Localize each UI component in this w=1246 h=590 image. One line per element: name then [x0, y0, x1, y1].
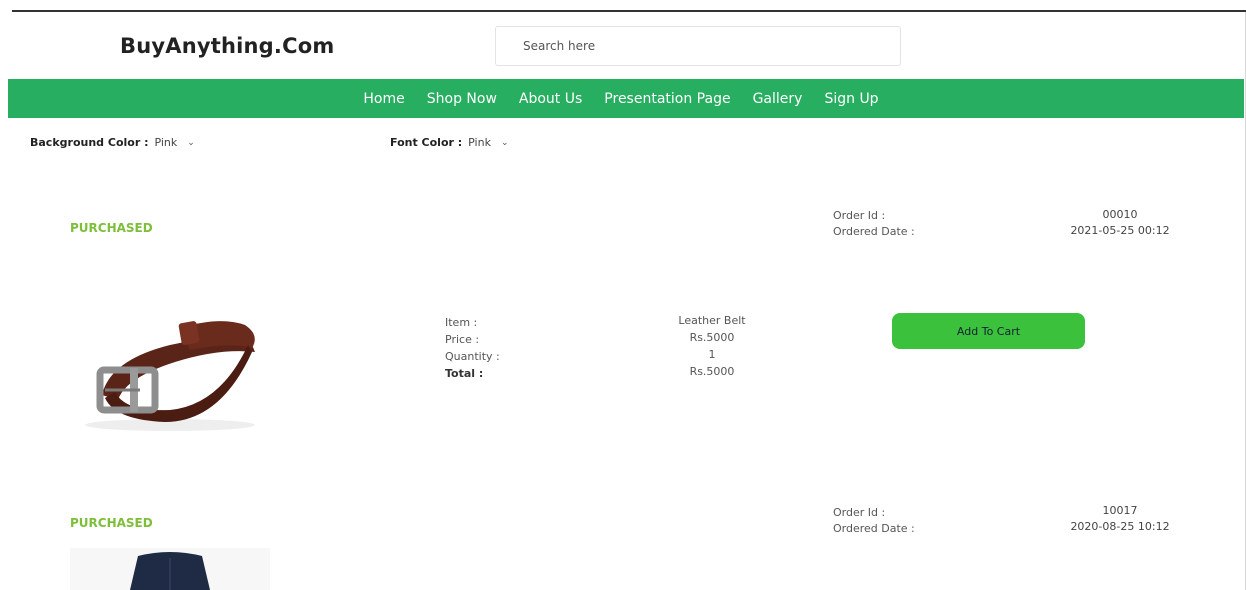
quantity-value: 1 [708, 348, 716, 361]
order-meta-labels: Order Id : Ordered Date : [833, 208, 915, 240]
leather-belt-image [85, 321, 255, 431]
total-label: Total : [445, 367, 484, 380]
item-detail-labels: Item : Price : Quantity : Total : [445, 314, 500, 382]
add-to-cart-button[interactable]: Add To Cart [892, 313, 1085, 349]
order-id-label: Order Id : [833, 209, 886, 222]
order-status: PURCHASED [70, 516, 153, 530]
nav-home[interactable]: Home [363, 91, 404, 107]
background-color-select[interactable]: Background Color : Pink ⌄ [30, 136, 195, 149]
price-label: Price : [445, 333, 480, 346]
order-id-value: 00010 [1102, 208, 1138, 221]
price-value: Rs.5000 [689, 331, 735, 344]
nav-about-us[interactable]: About Us [519, 91, 582, 107]
font-color-value[interactable]: Pink [468, 136, 491, 149]
nav-sign-up[interactable]: Sign Up [824, 91, 878, 107]
order-status: PURCHASED [70, 221, 153, 235]
ordered-date-label: Ordered Date : [833, 522, 915, 535]
item-value: Leather Belt [678, 314, 746, 327]
font-color-label: Font Color : [390, 136, 463, 149]
ordered-date-value: 2021-05-25 00:12 [1070, 224, 1170, 237]
order-id-value: 10017 [1102, 504, 1138, 517]
order-meta-values: 10017 2020-08-25 10:12 [1050, 503, 1190, 535]
header: BuyAnything.Com [0, 12, 1246, 78]
order-meta-values: 00010 2021-05-25 00:12 [1050, 207, 1190, 239]
background-color-value[interactable]: Pink [154, 136, 177, 149]
ordered-date-label: Ordered Date : [833, 225, 915, 238]
order-meta-labels: Order Id : Ordered Date : [833, 505, 915, 537]
nav-presentation-page[interactable]: Presentation Page [604, 91, 730, 107]
quantity-label: Quantity : [445, 350, 500, 363]
chevron-down-icon[interactable]: ⌄ [187, 138, 195, 148]
nav-gallery[interactable]: Gallery [753, 91, 803, 107]
order-id-label: Order Id : [833, 506, 886, 519]
ordered-date-value: 2020-08-25 10:12 [1070, 520, 1170, 533]
search-input[interactable] [495, 26, 901, 66]
font-color-select[interactable]: Font Color : Pink ⌄ [390, 136, 509, 149]
item-detail-values: Leather Belt Rs.5000 1 Rs.5000 [652, 312, 772, 380]
trousers-image [70, 548, 270, 590]
nav-bar: Home Shop Now About Us Presentation Page… [8, 79, 1244, 118]
total-value: Rs.5000 [689, 365, 735, 378]
nav-shop-now[interactable]: Shop Now [427, 91, 497, 107]
site-logo[interactable]: BuyAnything.Com [120, 34, 334, 58]
item-label: Item : [445, 316, 478, 329]
background-color-label: Background Color : [30, 136, 149, 149]
chevron-down-icon[interactable]: ⌄ [501, 138, 509, 148]
